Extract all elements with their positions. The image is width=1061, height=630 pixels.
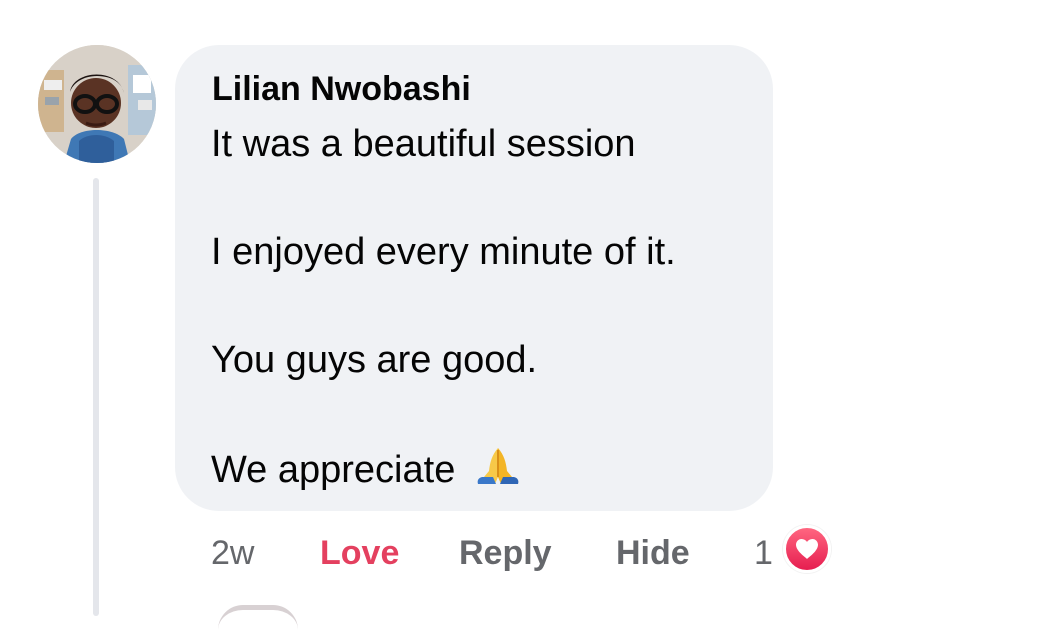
next-comment-avatar-edge	[218, 605, 298, 630]
reply-button[interactable]: Reply	[459, 533, 552, 573]
love-reaction-button[interactable]: Love	[320, 533, 399, 573]
reaction-count[interactable]: 1	[754, 533, 773, 573]
hide-button[interactable]: Hide	[616, 533, 690, 573]
avatar[interactable]	[38, 45, 156, 163]
comment-timestamp: 2w	[211, 534, 255, 572]
reaction-summary-badge[interactable]	[783, 525, 831, 573]
praying-hands-icon	[474, 446, 522, 488]
user-photo-avatar-icon	[38, 45, 156, 163]
comment-author-name[interactable]: Lilian Nwobashi	[212, 70, 471, 108]
reply-thread-line	[93, 178, 99, 616]
comment-text-line: It was a beautiful session	[211, 123, 636, 165]
comment-text-line: You guys are good.	[211, 339, 538, 381]
comment-text-line: I enjoyed every minute of it.	[211, 231, 676, 273]
comment-bubble[interactable]: Lilian Nwobashi It was a beautiful sessi…	[175, 45, 773, 511]
comment-text-line: We appreciate	[211, 449, 456, 491]
comment-final-line: We appreciate	[211, 446, 522, 492]
heart-icon	[796, 539, 818, 559]
